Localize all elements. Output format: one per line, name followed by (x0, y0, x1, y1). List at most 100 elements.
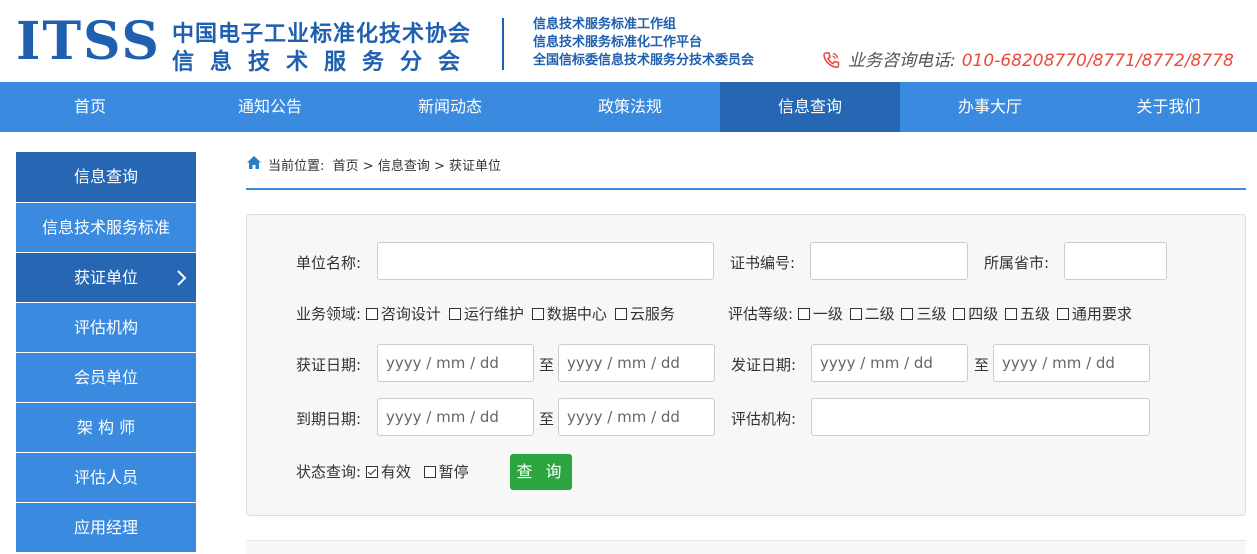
home-icon (247, 156, 261, 169)
breadcrumb: 当前位置: 首页 > 信息查询 > 获证单位 (246, 152, 1246, 190)
checkbox[interactable] (365, 308, 378, 320)
option-label: 一级 (812, 305, 843, 323)
company-name-label: 单位名称: (296, 254, 362, 272)
breadcrumb-prefix: 当前位置: (268, 159, 325, 174)
checkbox[interactable] (423, 466, 436, 478)
option-label: 暂停 (438, 463, 469, 481)
level-option-1[interactable]: 一级 (797, 304, 843, 324)
option-label: 运行维护 (463, 305, 524, 323)
checkbox[interactable] (901, 308, 914, 320)
checkbox[interactable] (531, 308, 544, 320)
sidebar-item-architects[interactable]: 架 构 师 (16, 402, 196, 452)
business-domain-label: 业务领域: (296, 305, 362, 323)
sidebar-item-it-service-standard[interactable]: 信息技术服务标准 (16, 202, 196, 252)
option-label: 有效 (380, 463, 411, 481)
sidebar-item-label: 获证单位 (73, 268, 138, 287)
option-label: 云服务 (629, 305, 675, 323)
checkbox-checked[interactable] (365, 466, 378, 478)
chevron-right-icon (177, 270, 187, 286)
level-option-4[interactable]: 四级 (953, 304, 998, 324)
checkbox[interactable] (1056, 308, 1069, 320)
org-name-line2: 信息技术服务分会 (172, 50, 477, 75)
business-domain-row: 业务领域: 咨询设计 运行维护 数据中心 云服务 (296, 304, 683, 324)
option-label: 二级 (864, 305, 895, 323)
nav-item-news[interactable]: 新闻动态 (360, 82, 540, 132)
option-label: 四级 (968, 305, 999, 323)
domain-option-operations[interactable]: 运行维护 (448, 304, 524, 324)
expire-date-to-input[interactable]: yyyy / mm / dd (558, 398, 715, 436)
to-label: 至 (539, 410, 555, 428)
sidebar: 信息查询 信息技术服务标准 获证单位 评估机构 会员单位 架 构 师 评估人员 … (16, 152, 196, 552)
sidebar-title: 信息查询 (16, 152, 196, 202)
issue-date-from-input[interactable]: yyyy / mm / dd (811, 344, 968, 382)
hotline: 业务咨询电话: 010-68208770/8771/8772/8778 (822, 46, 1234, 71)
option-label: 数据中心 (546, 305, 607, 323)
province-label: 所属省市: (984, 254, 1050, 272)
level-option-general[interactable]: 通用要求 (1056, 304, 1132, 324)
checkbox[interactable] (953, 308, 966, 320)
agency-label: 评估机构: (731, 410, 797, 428)
nav-item-policies[interactable]: 政策法规 (540, 82, 720, 132)
breadcrumb-path[interactable]: 首页 > 信息查询 > 获证单位 (333, 159, 501, 174)
domain-option-cloud[interactable]: 云服务 (614, 304, 675, 324)
sidebar-item-assessment-agencies[interactable]: 评估机构 (16, 302, 196, 352)
sidebar-item-app-managers[interactable]: 应用经理 (16, 502, 196, 552)
option-label: 通用要求 (1071, 305, 1132, 323)
status-option-valid[interactable]: 有效 (365, 462, 411, 482)
expire-date-from-input[interactable]: yyyy / mm / dd (377, 398, 534, 436)
sidebar-item-member-units[interactable]: 会员单位 (16, 352, 196, 402)
level-option-2[interactable]: 二级 (849, 304, 895, 324)
nav-item-service-hall[interactable]: 办事大厅 (900, 82, 1080, 132)
checkbox[interactable] (448, 308, 461, 320)
logo-divider (502, 18, 504, 70)
option-label: 咨询设计 (380, 305, 441, 323)
nav-item-notices[interactable]: 通知公告 (180, 82, 360, 132)
status-option-suspended[interactable]: 暂停 (423, 462, 469, 482)
status-row: 状态查询: 有效 暂停 (296, 462, 477, 482)
nav-item-about[interactable]: 关于我们 (1080, 82, 1257, 132)
subtitle-line: 信息技术服务标准工作组 (533, 17, 677, 32)
company-name-input[interactable] (377, 242, 714, 280)
issue-date-label: 发证日期: (731, 356, 797, 374)
level-option-5[interactable]: 五级 (1005, 304, 1050, 324)
hotline-number: 010-68208770/8771/8772/8778 (961, 51, 1234, 71)
main-nav: 首页 通知公告 新闻动态 政策法规 信息查询 办事大厅 关于我们 (0, 82, 1257, 132)
nav-item-info-query[interactable]: 信息查询 (720, 82, 900, 132)
to-label: 至 (539, 356, 555, 374)
org-subtitles: 信息技术服务标准工作组 信息技术服务标准化工作平台 全国信标委信息技术服务分技术… (533, 16, 754, 70)
option-label: 五级 (1020, 305, 1051, 323)
to-label: 至 (974, 356, 990, 374)
domain-option-consulting[interactable]: 咨询设计 (365, 304, 441, 324)
domain-option-datacenter[interactable]: 数据中心 (531, 304, 607, 324)
phone-icon (823, 52, 840, 69)
cert-date-label: 获证日期: (296, 356, 362, 374)
assessment-level-label: 评估等级: (728, 305, 794, 323)
expire-date-label: 到期日期: (296, 410, 362, 428)
status-label: 状态查询: (296, 463, 362, 481)
sidebar-item-certified-units[interactable]: 获证单位 (16, 252, 196, 302)
subtitle-line: 全国信标委信息技术服务分技术委员会 (533, 53, 755, 68)
site-header: ITSS 中国电子工业标准化技术协会 信息技术服务分会 信息技术服务标准工作组 … (0, 0, 1257, 82)
itss-logo[interactable]: ITSS (16, 10, 161, 74)
search-panel: 单位名称: 证书编号: 所属省市: 业务领域: 咨询设计 运行维护 数据中心 云服务 … (246, 214, 1246, 516)
checkbox[interactable] (1005, 308, 1018, 320)
subtitle-line: 信息技术服务标准化工作平台 (533, 35, 703, 50)
results-area-top (246, 540, 1246, 554)
issue-date-to-input[interactable]: yyyy / mm / dd (993, 344, 1150, 382)
cert-number-label: 证书编号: (730, 254, 796, 272)
province-input[interactable] (1064, 242, 1167, 280)
assessment-level-row: 评估等级: 一级 二级 三级 四级 五级 通用要求 (728, 304, 1132, 324)
nav-item-home[interactable]: 首页 (0, 82, 180, 132)
agency-input[interactable] (811, 398, 1150, 436)
hotline-label: 业务咨询电话: (848, 51, 956, 71)
cert-date-to-input[interactable]: yyyy / mm / dd (558, 344, 715, 382)
checkbox[interactable] (849, 308, 862, 320)
query-button[interactable]: 查 询 (510, 454, 572, 490)
checkbox[interactable] (797, 308, 810, 320)
checkbox[interactable] (614, 308, 627, 320)
cert-date-from-input[interactable]: yyyy / mm / dd (377, 344, 534, 382)
cert-number-input[interactable] (810, 242, 968, 280)
level-option-3[interactable]: 三级 (901, 304, 946, 324)
sidebar-item-assessors[interactable]: 评估人员 (16, 452, 196, 502)
option-label: 三级 (916, 305, 947, 323)
